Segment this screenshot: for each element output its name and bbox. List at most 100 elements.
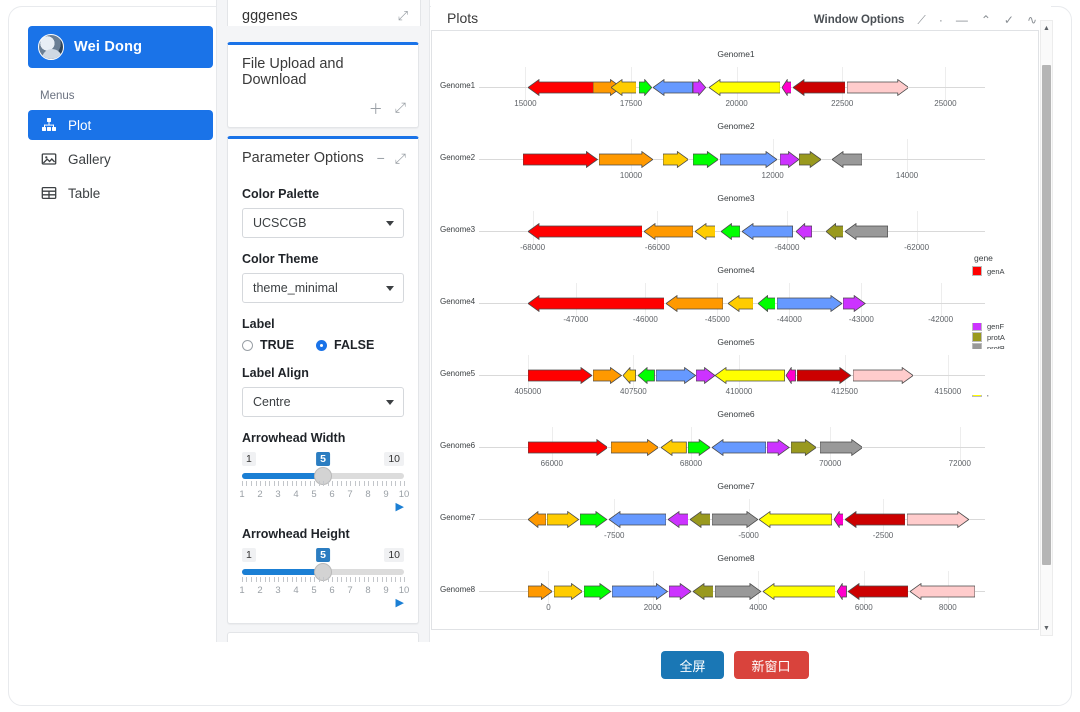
gene-arrow-genA	[527, 367, 592, 384]
axis-tick-label: -47000	[563, 315, 589, 324]
axis-tick-label: 70000	[819, 459, 842, 468]
label-radio-true[interactable]	[242, 339, 253, 351]
gridline	[940, 283, 942, 317]
minus-icon[interactable]: −	[377, 151, 385, 165]
slider-track[interactable]	[242, 467, 404, 485]
gene-arrow-genF	[667, 511, 689, 528]
label-option-false: FALSE	[334, 338, 375, 352]
gene-arrow-genD	[639, 79, 652, 96]
facet-title: Genome3	[717, 193, 755, 203]
gene-arrow-genC	[727, 295, 754, 312]
canvas-card[interactable]: Canvas	[227, 632, 419, 642]
axis-tick-label: 410000	[725, 387, 753, 396]
vertical-scrollbar[interactable]: ▲ ▼	[1040, 20, 1053, 636]
file-upload-card-header: File Upload and Download	[228, 45, 418, 99]
gene-arrow-genB	[593, 367, 622, 384]
slider-tick: 7	[347, 585, 353, 596]
axis-tick-label: 407500	[620, 387, 647, 396]
gene-arrow-protB	[711, 511, 758, 528]
sidebar-item-gallery[interactable]: Gallery	[28, 144, 213, 174]
gene-arrow-genF	[696, 367, 716, 384]
color-palette-select[interactable]: UCSCGB	[242, 208, 404, 238]
gene-arrow-protB	[819, 439, 863, 456]
axis-tick-label: -5000	[738, 531, 759, 540]
facet-title: Genome7	[717, 481, 755, 491]
axis-tick-label: 2000	[643, 603, 662, 612]
arrowhead-height-slider[interactable]: 1 5 10 1 2 3 4 5 6 7 8 9 10 ▶	[239, 548, 409, 609]
sidebar-item-label: Table	[68, 185, 101, 201]
scroll-down-icon[interactable]: ▼	[1041, 622, 1052, 634]
scroll-up-icon[interactable]: ▲	[1041, 22, 1052, 34]
gene-arrow-protE	[846, 79, 909, 96]
gene-arrow-protA	[825, 223, 844, 240]
row-label: Genome1	[440, 81, 476, 90]
row-label: Genome5	[440, 369, 476, 378]
gene-arrow-protF	[708, 79, 781, 96]
gggenes-card-header[interactable]: gggenes ⤢	[227, 0, 421, 26]
gene-arrow-genC	[547, 511, 579, 528]
label-radio-false[interactable]	[316, 339, 328, 351]
slider-tick: 10	[398, 489, 410, 500]
gene-arrow-genA	[523, 151, 598, 168]
gene-arrow-genF	[669, 583, 692, 600]
axis-tick-label: 4000	[749, 603, 768, 612]
slider-tick: 9	[383, 585, 389, 596]
scrollbar-thumb[interactable]	[1042, 65, 1051, 565]
expand-icon[interactable]: ⤢	[398, 8, 408, 24]
resize-icon[interactable]: ⟋	[917, 14, 925, 26]
minimize-icon[interactable]: —	[956, 14, 968, 26]
sidebar-item-plot[interactable]: Plot	[28, 110, 213, 140]
gene-arrow-protF	[715, 367, 785, 384]
parameter-options-header: Parameter Options − ⤢	[228, 139, 418, 177]
file-upload-tools: ＋ ⤢	[228, 99, 418, 127]
axis-tick-label: 20000	[725, 99, 748, 108]
slider-tick: 7	[347, 489, 353, 500]
slider-ticks	[242, 577, 405, 585]
facet-axis: -47000 -46000 -45000 -44000 -43000 -42000	[432, 315, 1038, 327]
expand-icon[interactable]: ⤢	[395, 151, 406, 165]
gene-arrow-protD	[848, 583, 909, 600]
color-palette-label: Color Palette	[242, 187, 320, 201]
app-root: Wei Dong Menus Plot Gallery Table gggene…	[0, 0, 1080, 712]
play-icon[interactable]: ▶	[242, 502, 404, 513]
facet-title: Genome4	[717, 265, 755, 275]
expand-icon[interactable]: ⤢	[395, 99, 406, 119]
facet-axis: 0 2000 4000 6000 8000	[432, 603, 1038, 615]
gene-arrow-genE	[742, 223, 793, 240]
axis-tick-label: 22500	[831, 99, 854, 108]
facet-title: Genome8	[717, 553, 755, 563]
axis-tick-label: 10000	[619, 171, 643, 180]
gene-arrow-genE	[653, 79, 693, 96]
play-icon[interactable]: ▶	[242, 598, 404, 609]
new-window-button[interactable]: 新窗口	[733, 651, 809, 679]
slider-tick: 3	[275, 585, 281, 596]
user-banner[interactable]: Wei Dong	[28, 26, 213, 68]
slider-track[interactable]	[242, 563, 404, 581]
plus-icon[interactable]: ＋	[369, 99, 383, 119]
fullscreen-button[interactable]: 全屏	[661, 651, 724, 679]
dot-icon[interactable]: ·	[939, 14, 943, 26]
label-option-true: TRUE	[260, 338, 295, 352]
parameter-options-tools: − ⤢	[377, 151, 406, 165]
check-icon[interactable]: ✓	[1004, 14, 1014, 26]
wave-icon[interactable]: ∿	[1027, 14, 1037, 26]
arrowhead-width-slider[interactable]: 1 5 10 1 2 3 4 5 6 7 8 9 10 ▶	[239, 452, 409, 513]
chevron-up-icon[interactable]: ⌃	[981, 14, 991, 26]
axis-tick-label: 14000	[895, 171, 919, 180]
axis-tick-label: -44000	[776, 315, 802, 324]
sidebar-item-table[interactable]: Table	[28, 178, 213, 208]
label-align-select[interactable]: Centre	[242, 387, 404, 417]
gene-arrow-genA	[527, 295, 665, 312]
slider-tick: 8	[365, 585, 371, 596]
plot-inner: molecule gene genAgenBgenCgenDgenEgenFpr…	[432, 31, 1038, 629]
facet-axis: 10000 12000 14000	[432, 171, 1038, 183]
axis-tick-label: -7500	[603, 531, 625, 540]
color-theme-select[interactable]: theme_minimal	[242, 273, 404, 303]
chevron-down-icon	[386, 400, 394, 405]
slider-tick: 2	[257, 585, 263, 596]
slider-tick-numbers: 1 2 3 4 5 6 7 8 9 10	[239, 585, 409, 598]
plot-panel-title: Plots	[447, 10, 479, 26]
gene-arrow-protC	[781, 79, 792, 96]
gene-arrow-genE	[719, 151, 777, 168]
slider-tick-numbers: 1 2 3 4 5 6 7 8 9 10	[239, 489, 409, 502]
